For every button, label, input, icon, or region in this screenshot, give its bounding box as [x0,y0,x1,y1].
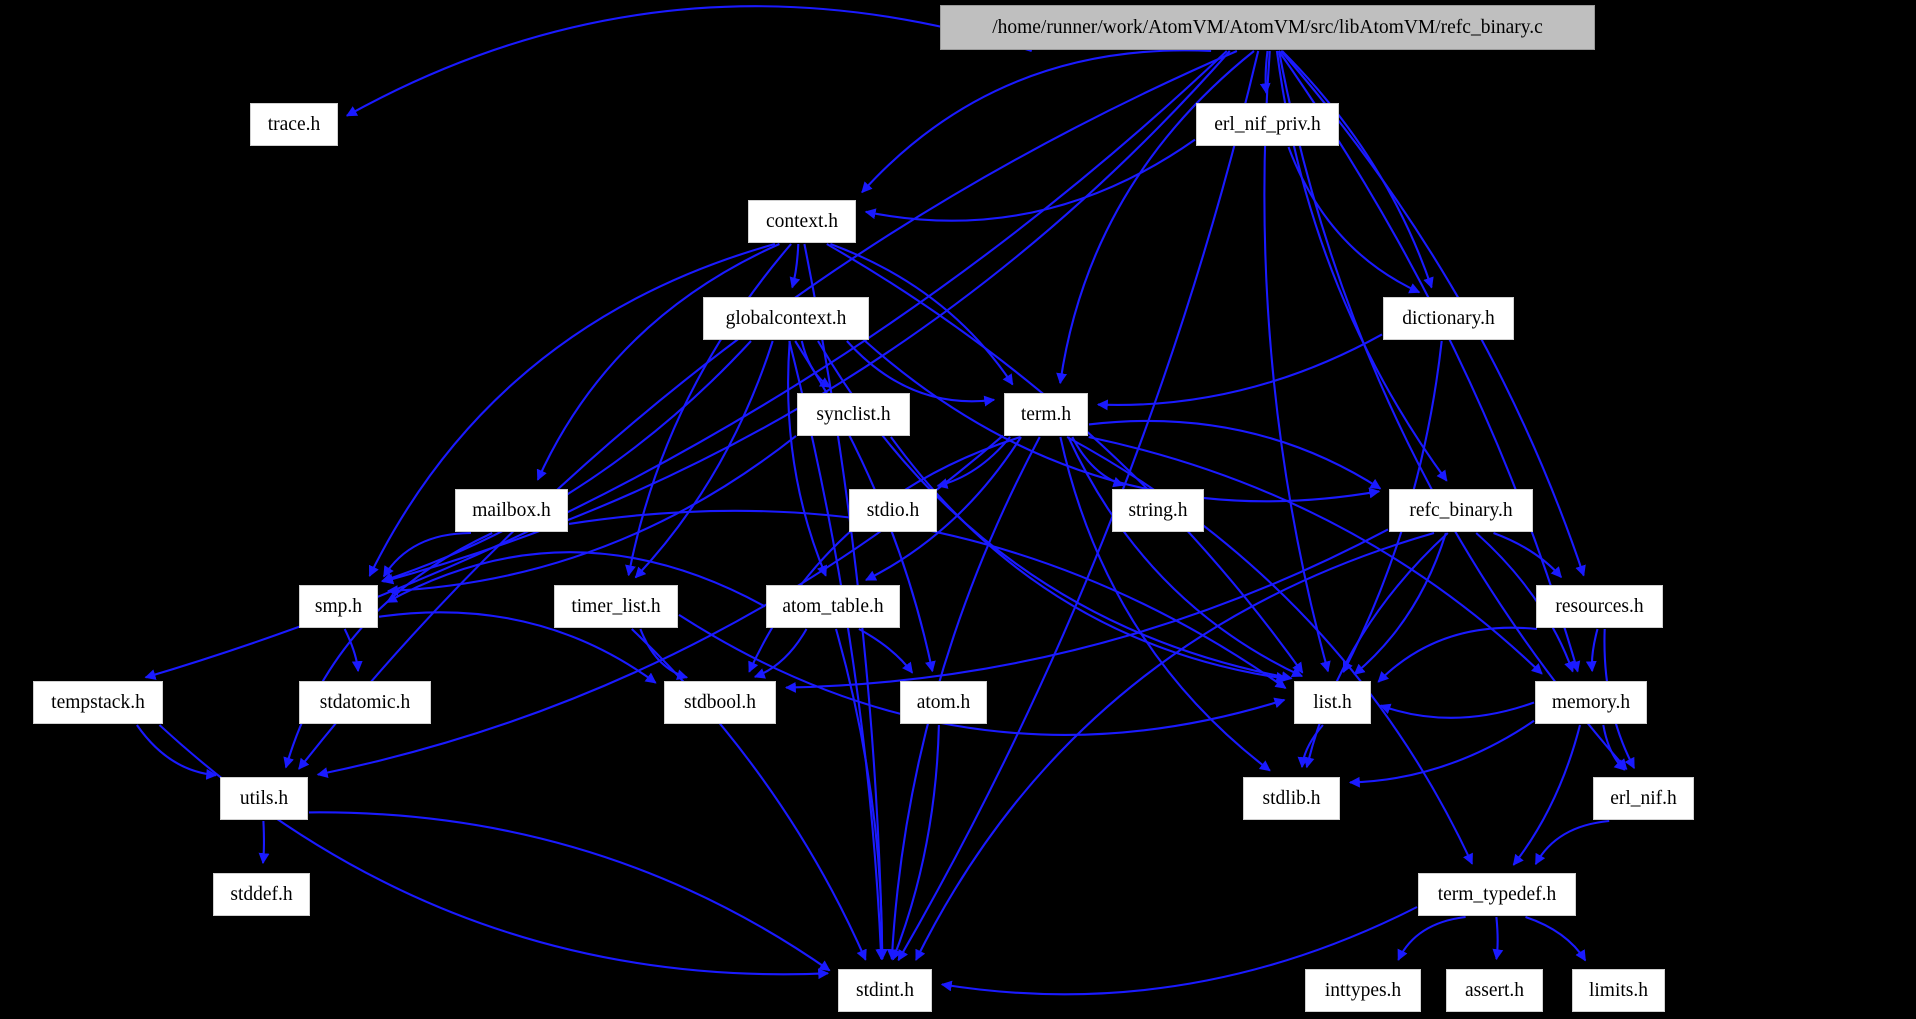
node-stdatomic[interactable]: stdatomic.h [299,681,431,724]
node-label: context.h [765,210,839,232]
node-context[interactable]: context.h [748,200,856,243]
node-dictionary[interactable]: dictionary.h [1383,297,1514,340]
node-timer_list[interactable]: timer_list.h [554,585,678,628]
node-stddef[interactable]: stddef.h [213,873,310,916]
node-label: utils.h [239,787,289,809]
node-erl_nif[interactable]: erl_nif.h [1593,777,1694,820]
node-label: synclist.h [816,403,891,425]
node-utils[interactable]: utils.h [220,777,308,820]
node-label: erl_nif_priv.h [1214,113,1321,135]
include-dependency-graph: /home/runner/work/AtomVM/AtomVM/src/libA… [0,0,1916,1019]
node-label: atom.h [916,691,971,713]
node-globalcontext[interactable]: globalcontext.h [703,297,869,340]
node-assert[interactable]: assert.h [1446,969,1543,1012]
node-memory[interactable]: memory.h [1535,681,1647,724]
node-label: stdbool.h [683,691,757,713]
node-label: stddef.h [230,883,293,905]
node-resources[interactable]: resources.h [1536,585,1663,628]
node-string[interactable]: string.h [1112,489,1204,532]
node-trace[interactable]: trace.h [250,103,338,146]
node-label: stdint.h [856,979,914,1001]
node-smp[interactable]: smp.h [299,585,378,628]
node-stdbool[interactable]: stdbool.h [664,681,776,724]
node-list[interactable]: list.h [1294,681,1371,724]
node-label: list.h [1313,691,1352,713]
node-label: smp.h [314,595,363,617]
node-atom_table[interactable]: atom_table.h [766,585,900,628]
node-term[interactable]: term.h [1004,393,1088,436]
node-tempstack[interactable]: tempstack.h [33,681,163,724]
node-label: timer_list.h [571,595,661,617]
node-label: tempstack.h [51,691,145,713]
node-label: inttypes.h [1324,979,1402,1001]
node-layer: /home/runner/work/AtomVM/AtomVM/src/libA… [0,0,1916,1019]
node-label: string.h [1128,499,1188,521]
node-label: stdatomic.h [319,691,411,713]
node-term_typedef[interactable]: term_typedef.h [1418,873,1576,916]
node-label: resources.h [1555,595,1644,617]
node-label: mailbox.h [472,499,551,521]
node-label: memory.h [1551,691,1631,713]
node-label: /home/runner/work/AtomVM/AtomVM/src/libA… [992,16,1543,38]
node-label: stdio.h [866,499,920,521]
node-synclist[interactable]: synclist.h [797,393,910,436]
node-label: refc_binary.h [1409,499,1513,521]
node-stdio[interactable]: stdio.h [849,489,937,532]
node-label: term_typedef.h [1437,883,1557,905]
node-label: atom_table.h [782,595,884,617]
node-stdlib[interactable]: stdlib.h [1243,777,1340,820]
node-refc_binary[interactable]: refc_binary.h [1389,489,1533,532]
node-atom[interactable]: atom.h [900,681,987,724]
node-label: stdlib.h [1262,787,1321,809]
node-label: trace.h [267,113,321,135]
node-stdint[interactable]: stdint.h [838,969,932,1012]
node-inttypes[interactable]: inttypes.h [1305,969,1421,1012]
node-label: limits.h [1588,979,1649,1001]
node-label: dictionary.h [1402,307,1495,329]
node-erl_nif_priv[interactable]: erl_nif_priv.h [1196,103,1339,146]
node-label: erl_nif.h [1610,787,1677,809]
node-mailbox[interactable]: mailbox.h [455,489,568,532]
node-label: term.h [1020,403,1072,425]
node-limits[interactable]: limits.h [1572,969,1665,1012]
node-label: assert.h [1464,979,1525,1001]
node-label: globalcontext.h [725,307,847,329]
root-node-root[interactable]: /home/runner/work/AtomVM/AtomVM/src/libA… [940,5,1595,50]
